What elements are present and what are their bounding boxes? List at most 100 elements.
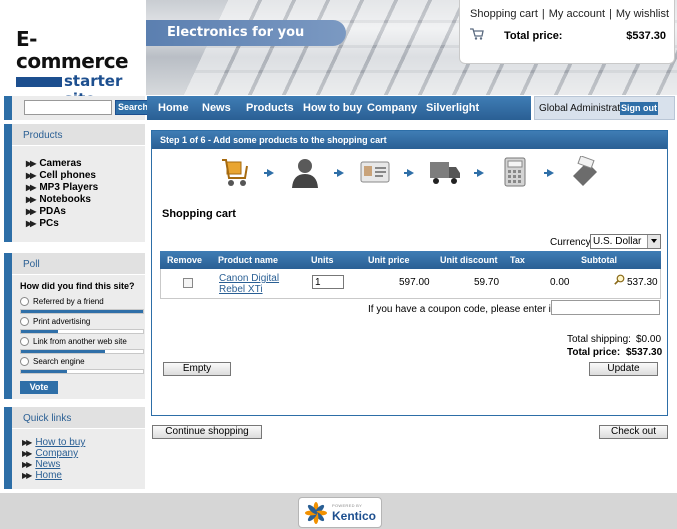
shopping-cart-title: Shopping cart — [162, 208, 236, 220]
column-header: Remove — [167, 255, 203, 265]
poll-radio[interactable] — [20, 317, 29, 326]
user-name: Global Administrator — [539, 103, 630, 114]
poll-result-bar — [20, 309, 144, 314]
header-total-price-value: $537.30 — [626, 30, 666, 42]
my-account-link[interactable]: My account — [549, 8, 605, 20]
remove-checkbox[interactable] — [183, 278, 193, 288]
units-input[interactable] — [312, 275, 344, 289]
user-bar: Global Administrator Sign out — [534, 96, 675, 120]
magnifier-icon[interactable] — [614, 274, 625, 285]
shopping-cart-link[interactable]: Shopping cart — [470, 8, 538, 20]
nav-item-news[interactable]: News — [202, 102, 231, 114]
double-arrow-icon: ▶▶ — [22, 460, 32, 469]
double-arrow-icon: ▶▶ — [22, 438, 32, 447]
product-category-item[interactable]: ▶▶ Notebooks — [26, 194, 145, 206]
subtotal-cell: 537.30 — [627, 277, 658, 288]
double-arrow-icon: ▶▶ — [22, 471, 32, 480]
chevron-down-icon[interactable] — [647, 235, 660, 248]
double-arrow-icon: ▶▶ — [26, 219, 36, 228]
double-arrow-icon: ▶▶ — [26, 171, 36, 180]
poll-option-label: Print advertising — [33, 317, 91, 326]
coupon-input[interactable] — [551, 300, 660, 315]
shopping-cart-icon[interactable] — [470, 28, 484, 40]
product-category-item[interactable]: ▶▶ PDAs — [26, 206, 145, 218]
products-panel: Products ▶▶ Cameras ▶▶ Cell phones ▶▶ MP3 P… — [4, 124, 145, 242]
double-arrow-icon: ▶▶ — [26, 159, 36, 168]
column-header: Unit discount — [440, 255, 498, 265]
customer-step-icon — [292, 159, 318, 188]
currency-select[interactable]: U.S. Dollar — [590, 234, 661, 249]
card-payment-step-icon — [573, 156, 597, 186]
poll-radio[interactable] — [20, 297, 29, 306]
update-cart-button[interactable]: Update — [589, 362, 658, 376]
cart-table-header: Remove Product name Units Unit price Uni… — [160, 251, 661, 269]
step-title: Step 1 of 6 - Add some products to the s… — [152, 131, 667, 149]
poll-radio[interactable] — [20, 337, 29, 346]
product-category-item[interactable]: ▶▶ Cell phones — [26, 170, 145, 182]
my-wishlist-link[interactable]: My wishlist — [616, 8, 669, 20]
products-header: Products — [12, 124, 145, 146]
site-logo[interactable]: E-commerce starter site — [16, 27, 136, 108]
kentico-logo-icon — [305, 502, 327, 524]
quick-link-item[interactable]: ▶▶ How to buy — [22, 437, 145, 448]
poll-result-bar — [20, 349, 144, 354]
sign-out-button[interactable]: Sign out — [620, 102, 658, 115]
main-navigation: Home News Products How to buy Company Si… — [147, 96, 531, 120]
continue-shopping-button[interactable]: Continue shopping — [152, 425, 262, 439]
step-arrow-icon — [404, 169, 414, 177]
poll-result-bar — [20, 329, 144, 334]
product-link[interactable]: Canon Digital Rebel XTi — [219, 273, 301, 295]
coupon-label: If you have a coupon code, please enter … — [368, 304, 580, 315]
poll-panel: Poll How did you find this site? Referre… — [4, 253, 145, 399]
nav-item-silverlight[interactable]: Silverlight — [426, 102, 479, 114]
unit-price-cell: 597.00 — [399, 277, 430, 288]
step-arrow-icon — [544, 169, 554, 177]
column-header: Subtotal — [581, 255, 617, 265]
column-header: Product name — [218, 255, 279, 265]
quick-link-item[interactable]: ▶▶ Home — [22, 470, 145, 481]
tax-cell: 0.00 — [550, 277, 570, 288]
nav-item-products[interactable]: Products — [246, 102, 294, 114]
quick-links-panel: Quick links ▶▶ How to buy ▶▶ Company ▶▶ New… — [4, 407, 145, 489]
cart-summary-box: Shopping cart | My account | My wishlist Tot… — [459, 0, 675, 64]
search-button[interactable]: Search — [115, 100, 151, 115]
poll-header: Poll — [12, 253, 145, 275]
check-out-button[interactable]: Check out — [599, 425, 668, 439]
poll-radio[interactable] — [20, 357, 29, 366]
vote-button[interactable]: Vote — [20, 381, 58, 394]
kentico-brand-text: Kentico — [332, 509, 377, 523]
empty-cart-button[interactable]: Empty — [163, 362, 231, 376]
product-category-item[interactable]: ▶▶ PCs — [26, 218, 145, 230]
search-input[interactable] — [24, 100, 112, 115]
step-arrow-icon — [334, 169, 344, 177]
poll-question: How did you find this site? — [20, 281, 135, 291]
quick-links-header: Quick links — [12, 407, 145, 429]
kentico-badge[interactable]: POWERED BY Kentico — [298, 497, 382, 528]
id-card-step-icon — [360, 161, 390, 183]
step-arrow-icon — [474, 169, 484, 177]
checkout-step-panel: Step 1 of 6 - Add some products to the s… — [151, 130, 668, 416]
nav-item-company[interactable]: Company — [367, 102, 417, 114]
total-shipping-value: $0.00 — [636, 334, 662, 345]
poll-option-label: Search engine — [33, 357, 85, 366]
product-category-item[interactable]: ▶▶ Cameras — [26, 158, 145, 170]
column-header: Tax — [510, 255, 525, 265]
quick-link-item[interactable]: ▶▶ Company — [22, 448, 145, 459]
double-arrow-icon: ▶▶ — [26, 183, 36, 192]
nav-item-how-to-buy[interactable]: How to buy — [303, 102, 362, 114]
delivery-truck-step-icon — [430, 162, 460, 184]
currency-label: Currency: — [550, 237, 594, 248]
banner-title: Electronics for you — [167, 25, 305, 40]
double-arrow-icon: ▶▶ — [26, 195, 36, 204]
calculator-step-icon — [504, 157, 526, 187]
nav-item-home[interactable]: Home — [158, 102, 189, 114]
total-price-value: $537.30 — [626, 347, 663, 358]
quick-link-item[interactable]: ▶▶ News — [22, 459, 145, 470]
poll-option-label: Link from another web site — [33, 337, 127, 346]
search-bar: Search — [4, 96, 151, 120]
total-price-label: Total price: — [567, 347, 621, 358]
product-category-item[interactable]: ▶▶ MP3 Players — [26, 182, 145, 194]
powered-by-text: POWERED BY — [332, 503, 363, 508]
logo-line-1: E-commerce — [16, 27, 129, 73]
header-total-price-label: Total price: — [504, 30, 563, 42]
